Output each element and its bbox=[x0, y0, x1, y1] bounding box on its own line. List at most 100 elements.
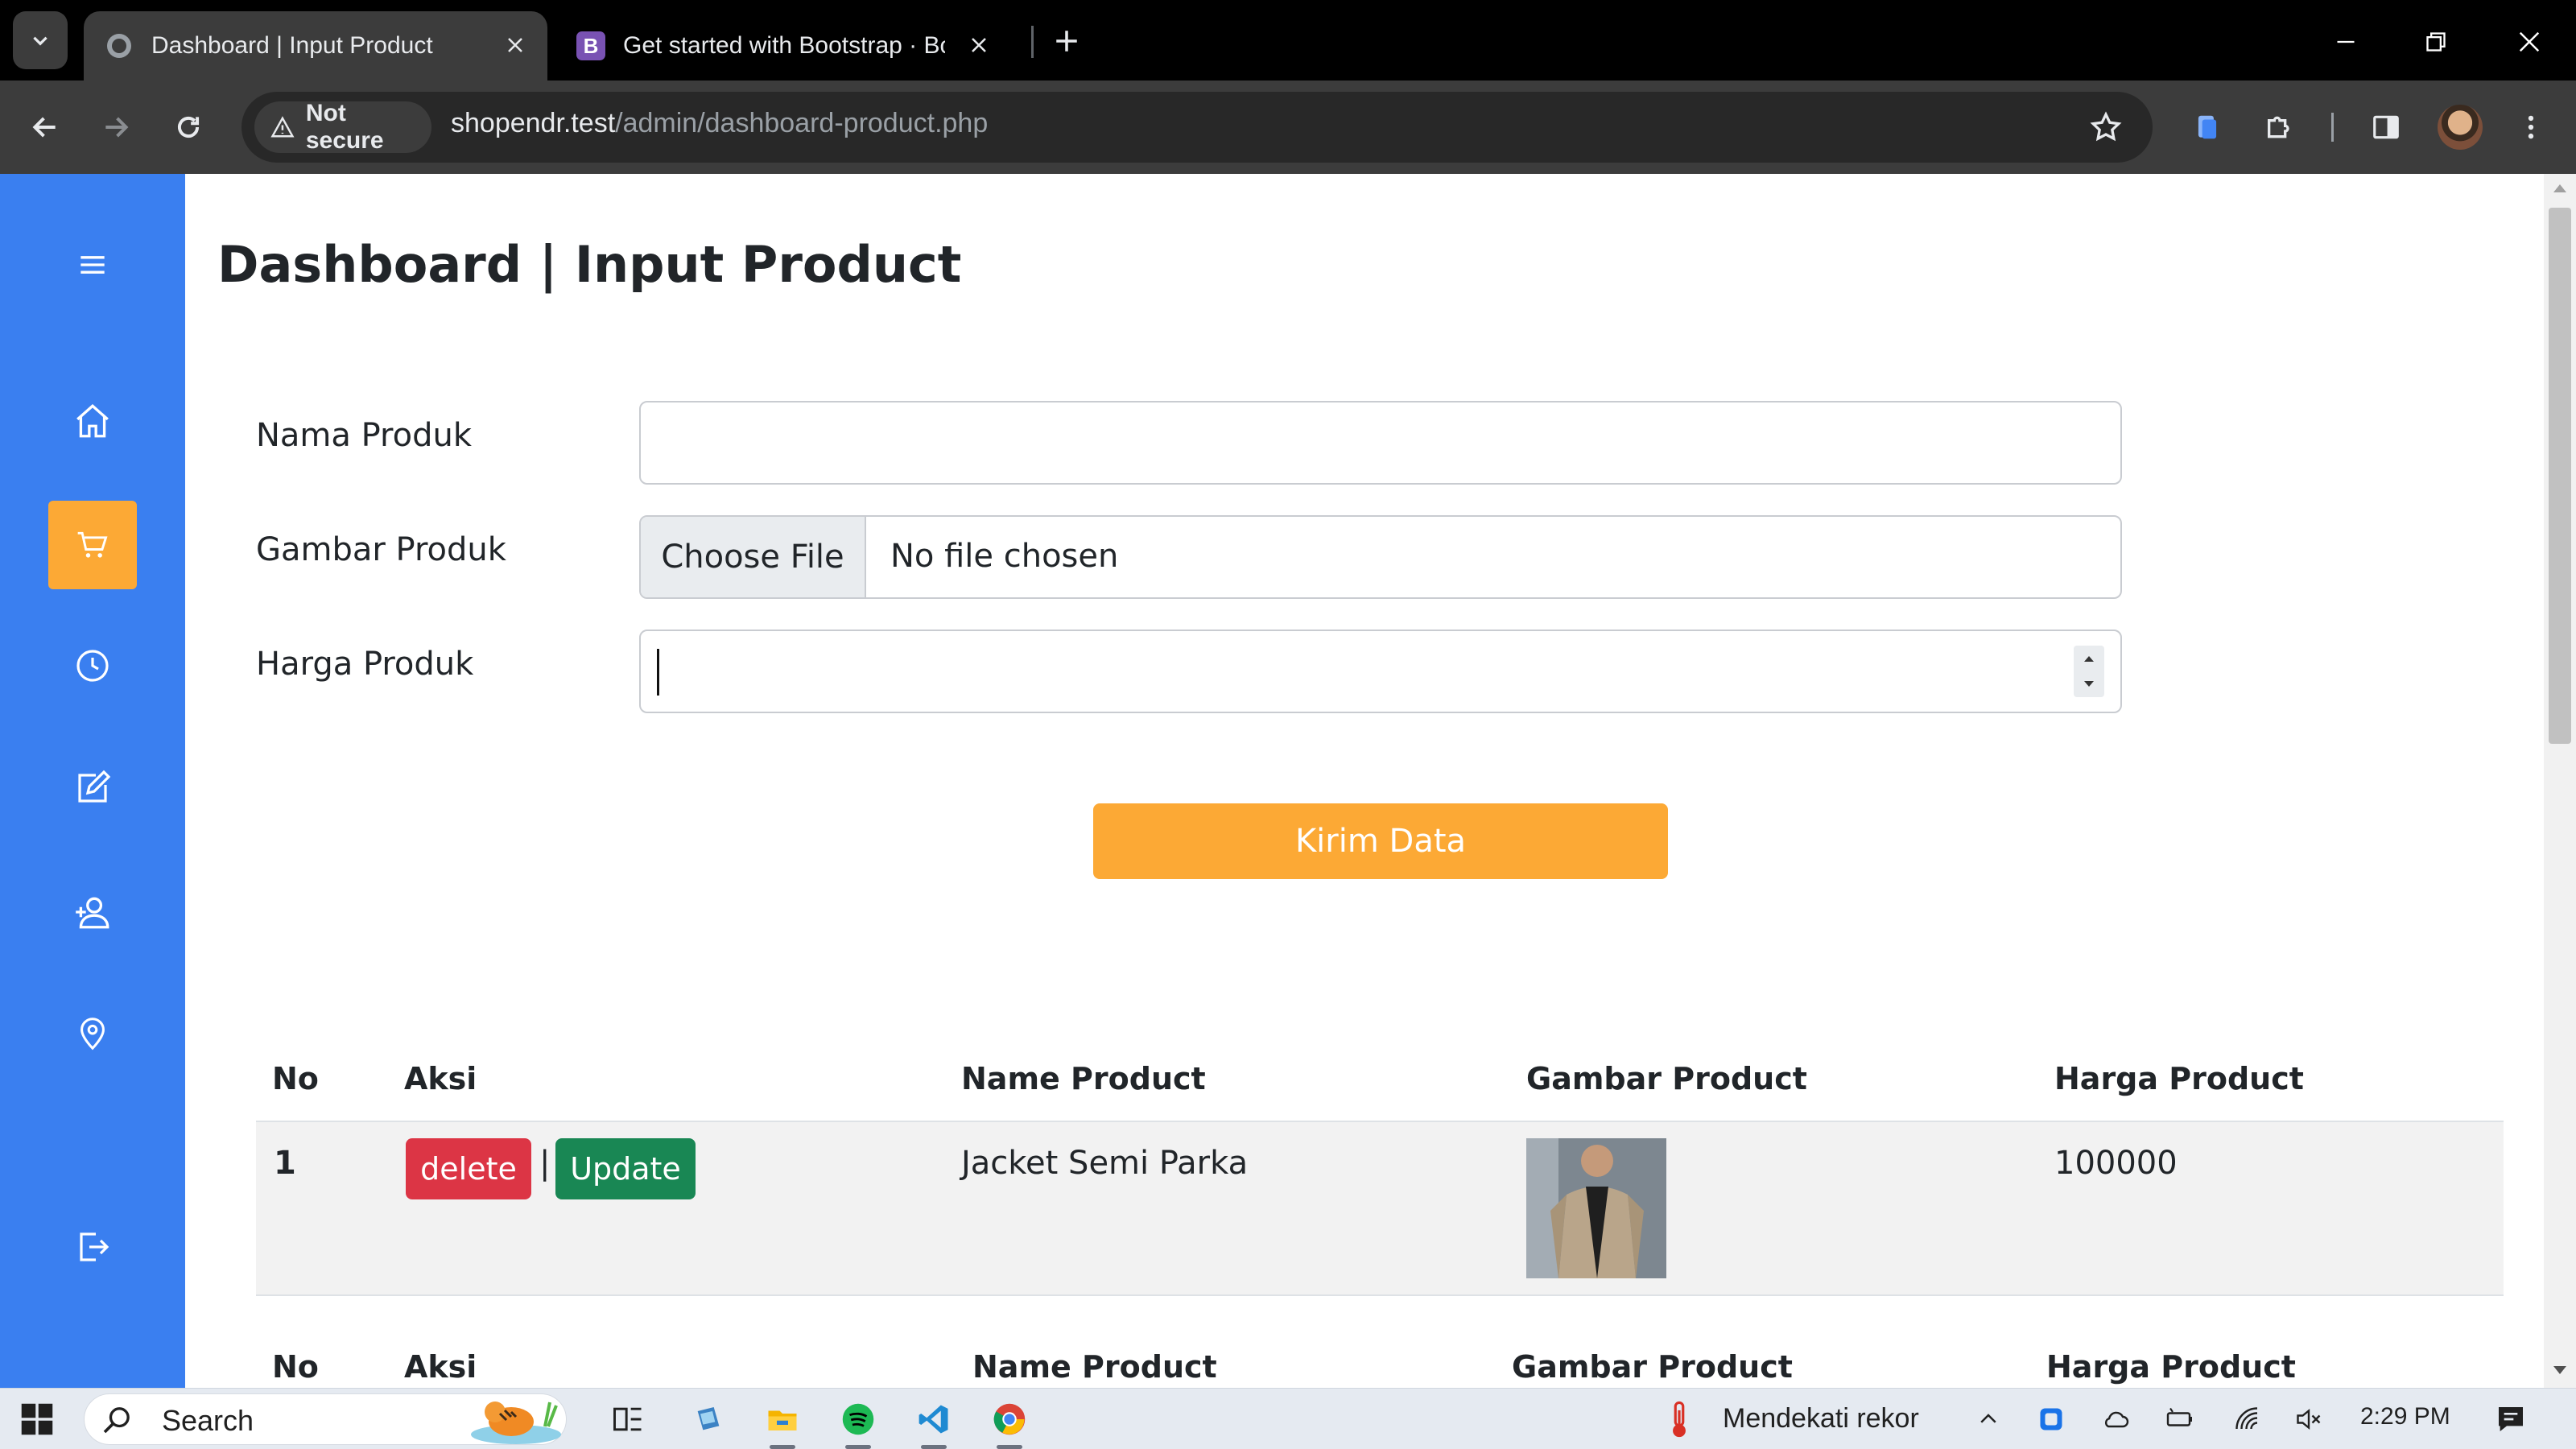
table-header-name: Name Product bbox=[972, 1349, 1217, 1385]
browser-menu-button[interactable] bbox=[2507, 103, 2555, 151]
wifi-button[interactable] bbox=[2230, 1398, 2265, 1440]
tab-search-button[interactable] bbox=[13, 11, 68, 69]
tab-dashboard[interactable]: Dashboard | Input Product bbox=[84, 11, 547, 80]
taskbar-clock[interactable]: 2:29 PM bbox=[2360, 1403, 2450, 1430]
show-hidden-icons-button[interactable] bbox=[1971, 1398, 2006, 1440]
arrow-right-icon bbox=[105, 117, 129, 138]
logout-icon bbox=[80, 1232, 109, 1261]
taskbar-app-vscode[interactable] bbox=[911, 1398, 956, 1440]
table-header-name: Name Product bbox=[961, 1061, 1206, 1096]
weather-widget-icon[interactable] bbox=[1663, 1398, 1695, 1440]
update-button[interactable]: Update bbox=[555, 1138, 696, 1199]
document-extension-icon bbox=[2198, 115, 2217, 139]
harga-produk-input[interactable] bbox=[639, 630, 2122, 713]
delete-button[interactable]: delete bbox=[406, 1138, 531, 1199]
spin-up-icon[interactable] bbox=[2083, 654, 2095, 663]
thermometer-icon bbox=[1673, 1401, 1686, 1438]
table-header-aksi: Aksi bbox=[404, 1349, 477, 1385]
sidebar-item-logout[interactable] bbox=[48, 1203, 137, 1291]
edit-icon bbox=[78, 770, 111, 803]
restore-button[interactable] bbox=[2412, 18, 2460, 66]
home-icon bbox=[76, 404, 109, 438]
forward-button[interactable] bbox=[92, 103, 140, 151]
tiger-illustration-icon bbox=[471, 1402, 561, 1444]
profile-avatar[interactable] bbox=[2438, 105, 2483, 150]
taskbar-search[interactable]: Search bbox=[84, 1393, 567, 1445]
sidebar-menu-toggle[interactable] bbox=[48, 221, 137, 309]
minimize-button[interactable] bbox=[2322, 18, 2370, 66]
url-path: /admin/dashboard-product.php bbox=[615, 108, 989, 138]
bookmark-button[interactable] bbox=[2083, 105, 2128, 150]
more-vertical-icon bbox=[2528, 115, 2534, 139]
security-label: Not secure bbox=[305, 100, 384, 154]
clock-icon bbox=[76, 650, 109, 682]
kirim-data-button[interactable]: Kirim Data bbox=[1093, 803, 1668, 879]
address-bar[interactable]: Not secure shopendr.test/admin/dashboard… bbox=[242, 92, 2153, 163]
close-tab-button[interactable] bbox=[964, 31, 993, 60]
browser-tab-strip: Dashboard | Input Product B Get started … bbox=[0, 0, 2576, 80]
notifications-button[interactable] bbox=[2491, 1398, 2531, 1440]
triangle-down-icon bbox=[2553, 1366, 2566, 1374]
cloud-icon bbox=[2104, 1411, 2129, 1428]
new-tab-button[interactable] bbox=[1046, 21, 1087, 61]
location-icon bbox=[80, 1018, 105, 1051]
spin-down-icon[interactable] bbox=[2083, 680, 2095, 688]
main-content: Dashboard | Input Product Nama Produk Ga… bbox=[185, 174, 2544, 1388]
tab-bootstrap[interactable]: B Get started with Bootstrap · Boo bbox=[555, 11, 1014, 80]
close-icon bbox=[972, 38, 986, 52]
extensions-menu-button[interactable] bbox=[2256, 103, 2304, 151]
onedrive-button[interactable] bbox=[2098, 1398, 2133, 1440]
page-viewport: Dashboard | Input Product Nama Produk Ga… bbox=[0, 174, 2576, 1388]
vscode-icon bbox=[919, 1405, 948, 1434]
arrow-left-icon bbox=[32, 117, 56, 138]
sidebar-item-home[interactable] bbox=[48, 377, 137, 465]
taskbar-app-chrome[interactable] bbox=[987, 1398, 1032, 1440]
battery-button[interactable] bbox=[2162, 1398, 2198, 1440]
folder-icon bbox=[768, 1410, 797, 1430]
running-indicator bbox=[997, 1445, 1022, 1449]
table-header-gambar: Gambar Product bbox=[1526, 1061, 1807, 1096]
scroll-up-arrow[interactable] bbox=[2552, 180, 2568, 196]
security-indicator[interactable]: Not secure bbox=[254, 100, 431, 154]
close-window-button[interactable] bbox=[2505, 18, 2553, 66]
tab-title: Get started with Bootstrap · Boo bbox=[623, 32, 945, 59]
sidebar-item-users[interactable] bbox=[48, 868, 137, 956]
taskbar-app-spotify[interactable] bbox=[836, 1398, 881, 1440]
wifi-icon bbox=[2235, 1407, 2258, 1430]
sidebar bbox=[0, 174, 185, 1388]
page-scrollbar[interactable] bbox=[2544, 174, 2576, 1388]
table-header-harga: Harga Product bbox=[2046, 1349, 2296, 1385]
start-button[interactable] bbox=[16, 1398, 58, 1440]
sidebar-item-products[interactable] bbox=[48, 501, 137, 589]
close-tab-button[interactable] bbox=[501, 31, 530, 60]
sidebar-item-location[interactable] bbox=[48, 989, 137, 1077]
windows-taskbar: Search Mendekati rekor 2:29 PM bbox=[0, 1388, 2576, 1449]
sidebar-item-history[interactable] bbox=[48, 621, 137, 710]
weather-text[interactable]: Mendekati rekor bbox=[1723, 1403, 1919, 1435]
tray-app-icon[interactable] bbox=[2033, 1398, 2069, 1440]
number-spinner[interactable] bbox=[2074, 646, 2104, 697]
sidebar-item-edit[interactable] bbox=[48, 744, 137, 832]
nama-produk-input[interactable] bbox=[639, 401, 2122, 485]
taskbar-app-explorer[interactable] bbox=[760, 1398, 805, 1440]
task-view-button[interactable] bbox=[605, 1398, 650, 1440]
scroll-down-arrow[interactable] bbox=[2552, 1362, 2568, 1378]
scrollbar-thumb[interactable] bbox=[2549, 208, 2571, 744]
choose-file-button[interactable]: Choose File bbox=[641, 517, 866, 597]
product-name: Jacket Semi Parka bbox=[961, 1145, 1249, 1182]
back-button[interactable] bbox=[21, 103, 69, 151]
windows-logo-icon bbox=[21, 1403, 53, 1435]
volume-button[interactable] bbox=[2291, 1398, 2326, 1440]
notification-icon bbox=[2499, 1407, 2523, 1431]
side-panel-icon bbox=[2373, 115, 2399, 139]
table-header-no: No bbox=[272, 1349, 319, 1385]
extension-button[interactable] bbox=[2183, 103, 2231, 151]
cart-icon bbox=[77, 531, 108, 558]
side-panel-button[interactable] bbox=[2362, 103, 2410, 151]
running-indicator bbox=[845, 1445, 871, 1449]
taskbar-app-notes[interactable] bbox=[686, 1398, 731, 1440]
table-header-gambar: Gambar Product bbox=[1512, 1349, 1793, 1385]
gambar-produk-file-input[interactable]: Choose File No file chosen bbox=[639, 515, 2122, 599]
row-number: 1 bbox=[274, 1145, 296, 1182]
reload-button[interactable] bbox=[164, 103, 213, 151]
